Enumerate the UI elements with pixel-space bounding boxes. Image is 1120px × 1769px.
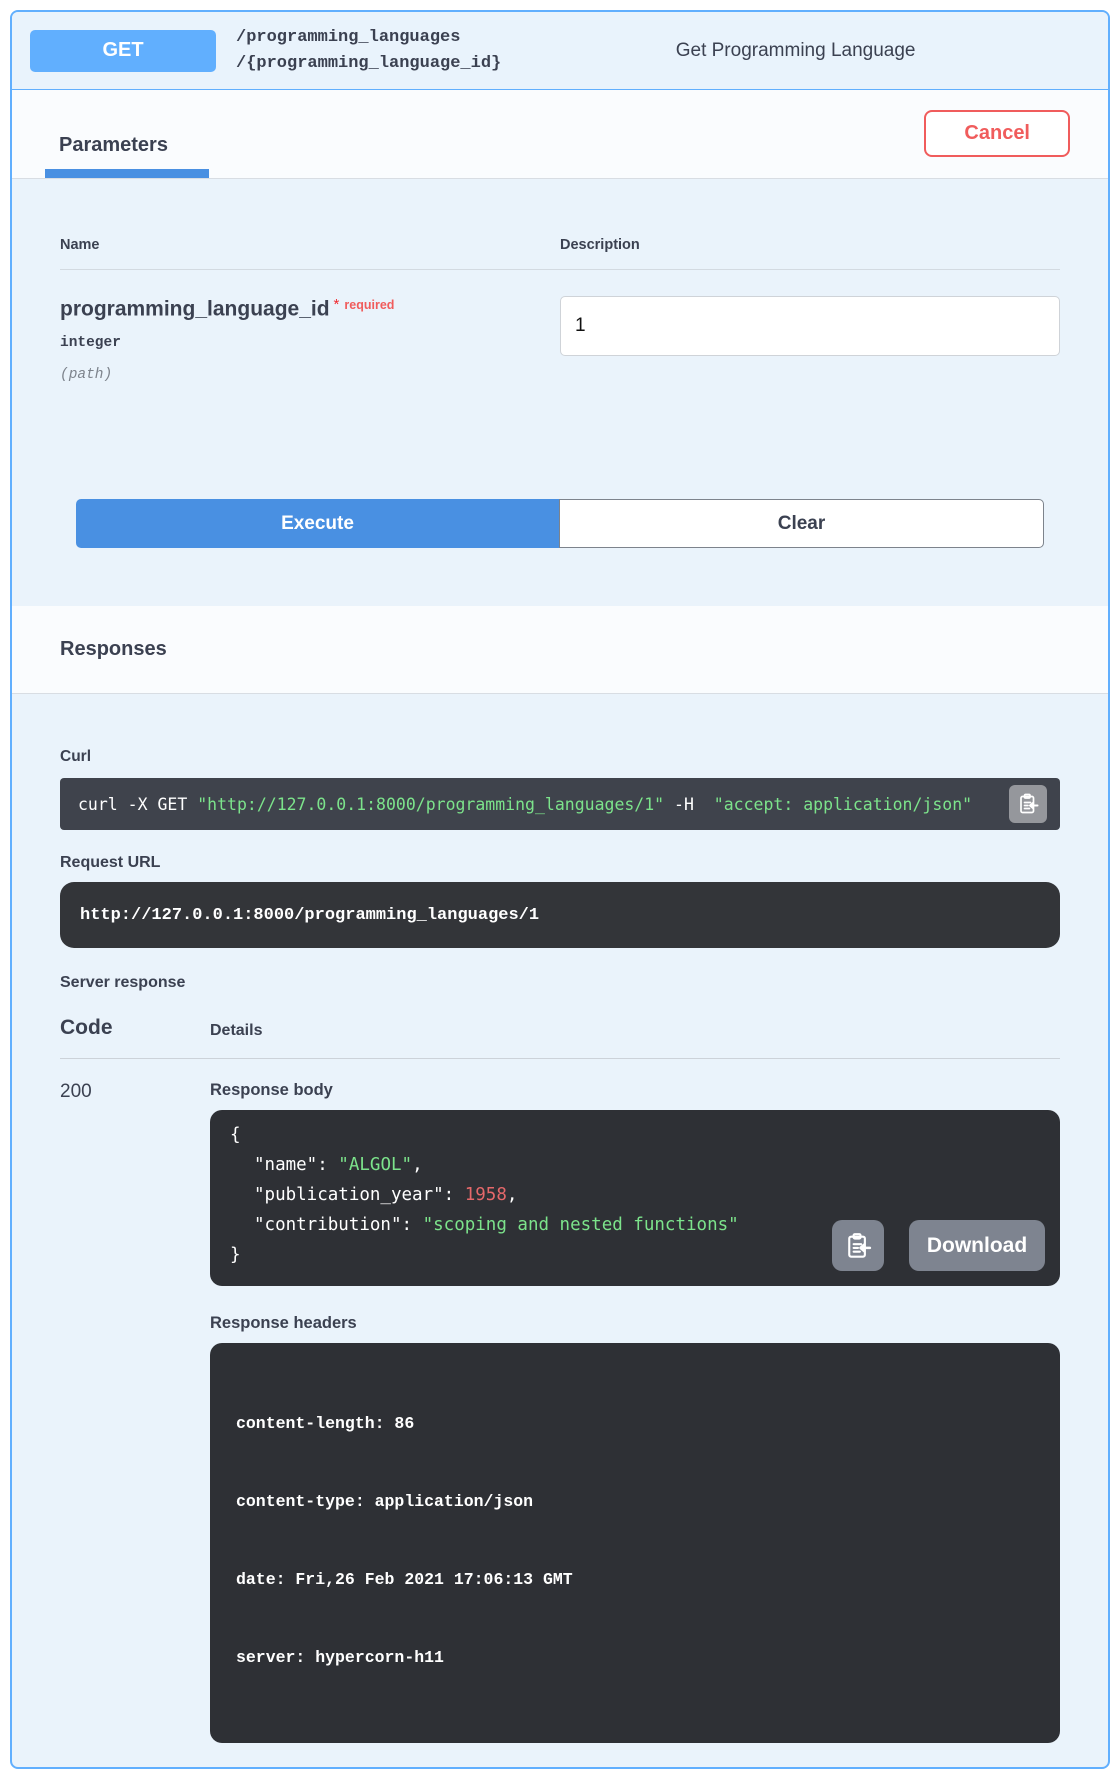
response-header-line: content-type: application/json [236,1489,1050,1515]
parameter-row: programming_language_id* required integer… [60,270,1060,383]
json-key: "publication_year" [254,1185,444,1205]
tab-parameters-label: Parameters [45,134,209,157]
column-header-name: Name [60,237,560,253]
parameter-type: integer [60,335,560,351]
json-key: "contribution" [254,1215,402,1235]
execute-button-group: Execute Clear [76,499,1044,548]
tab-active-underline [45,169,209,178]
json-colon: : [317,1155,338,1175]
curl-command: curl -X GET "http://127.0.0.1:8000/progr… [78,795,972,814]
request-url-label: Request URL [60,854,1060,872]
request-url-value: http://127.0.0.1:8000/programming_langua… [80,906,539,925]
operation-summary-header[interactable]: GET /programming_languages /{programming… [12,12,1108,90]
responses-title: Responses [60,638,167,661]
json-line: "publication_year": 1958, [230,1180,1040,1210]
response-details-cell: Response body { "name": "ALGOL", "public… [210,1081,1060,1743]
response-header-line: server: hypercorn-h11 [236,1645,1050,1671]
response-body: { "name": "ALGOL", "publication_year": 1… [210,1110,1060,1286]
clear-button[interactable]: Clear [559,499,1044,548]
curl-url-string: "http://127.0.0.1:8000/programming_langu… [197,795,664,814]
json-key: "name" [254,1155,317,1175]
responses-body: Curl curl -X GET "http://127.0.0.1:8000/… [12,748,1108,1767]
response-headers-label: Response headers [210,1314,1060,1333]
parameter-value-input[interactable] [560,296,1060,356]
json-comma: , [507,1185,518,1205]
parameter-location: (path) [60,367,560,383]
column-header-code: Code [60,1016,210,1040]
method-badge: GET [30,30,216,72]
copy-icon [843,1231,873,1261]
curl-flag-text: -H [664,795,704,814]
json-open-brace: { [230,1120,1040,1150]
json-number-value: 1958 [465,1185,507,1205]
parameter-description-cell [560,296,1060,383]
endpoint-path: /programming_languages /{programming_lan… [236,25,501,76]
endpoint-path-line2: /{programming_language_id} [236,51,501,77]
server-response-table-head: Code Details [60,1016,1060,1059]
response-header-line: date: Fri,26 Feb 2021 17:06:13 GMT [236,1567,1050,1593]
copy-icon [1016,792,1040,816]
status-code: 200 [60,1081,210,1743]
responses-section-header: Responses [12,606,1108,694]
column-header-description: Description [560,237,1060,253]
json-line: "name": "ALGOL", [230,1150,1040,1180]
curl-accept-string: "accept: application/json" [704,795,972,814]
curl-copy-button[interactable] [1009,785,1047,823]
required-label: required [344,298,394,312]
download-button[interactable]: Download [909,1220,1045,1271]
required-asterisk: * [334,296,340,313]
json-colon: : [444,1185,465,1205]
json-string-value: "ALGOL" [338,1155,412,1175]
server-response-row: 200 Response body { "name": "ALGOL", "pu… [60,1081,1060,1743]
column-header-details: Details [210,1022,1060,1040]
response-header-line: content-length: 86 [236,1411,1050,1437]
cancel-button[interactable]: Cancel [924,110,1070,157]
tab-parameters: Parameters [45,134,209,178]
request-url-box: http://127.0.0.1:8000/programming_langua… [60,882,1060,948]
parameters-section-header: Parameters Cancel [12,90,1108,179]
endpoint-path-line1: /programming_languages [236,25,501,51]
json-comma: , [412,1155,423,1175]
operation-block-get: GET /programming_languages /{programming… [10,10,1110,1769]
response-headers: content-length: 86 content-type: applica… [210,1343,1060,1743]
curl-command-bar: curl -X GET "http://127.0.0.1:8000/progr… [60,778,1060,830]
response-copy-button[interactable] [832,1220,884,1271]
parameter-name: programming_language_id [60,297,330,320]
parameters-table-head: Name Description [60,179,1060,270]
curl-cmd-text: curl -X GET [78,795,197,814]
parameters-table: Name Description programming_language_id… [12,179,1108,606]
server-response-label: Server response [60,974,1060,992]
execute-button[interactable]: Execute [76,499,559,548]
response-body-label: Response body [210,1081,1060,1100]
curl-label: Curl [60,748,1060,766]
parameter-name-cell: programming_language_id* required integer… [60,296,560,383]
json-string-value: "scoping and nested functions" [423,1215,739,1235]
json-colon: : [402,1215,423,1235]
endpoint-summary: Get Programming Language [501,40,1090,62]
